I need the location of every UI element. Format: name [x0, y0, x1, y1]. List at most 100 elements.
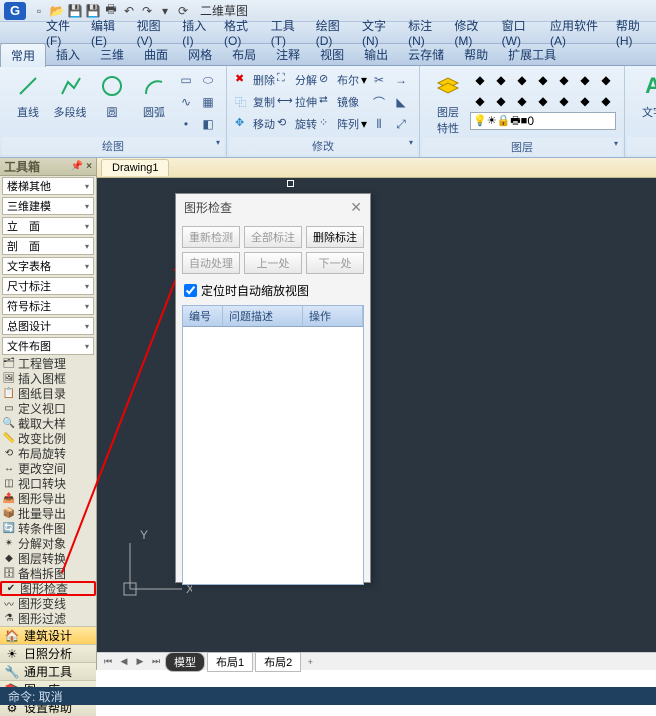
- mirror-button[interactable]: ⮂镜像: [319, 92, 367, 112]
- item-rotate[interactable]: ⟲布局旋转: [0, 446, 96, 461]
- ellipse-icon[interactable]: ⬭: [198, 70, 218, 90]
- next-button[interactable]: 下一处: [306, 252, 364, 274]
- polyline-button[interactable]: 多段线: [50, 70, 90, 120]
- text-button[interactable]: A文字: [633, 70, 656, 120]
- trim-icon[interactable]: ✂: [369, 70, 389, 90]
- layer-icon[interactable]: ◆: [512, 91, 532, 111]
- item-detail[interactable]: 🔍截取大样: [0, 416, 96, 431]
- tab-layout1[interactable]: 布局1: [207, 652, 253, 672]
- col-op[interactable]: 操作: [303, 306, 363, 326]
- pin-icon[interactable]: 📌 ×: [71, 161, 92, 172]
- cat-sun[interactable]: ☀日照分析: [0, 644, 96, 662]
- drop-elev[interactable]: 立 面: [2, 217, 94, 235]
- tab-ext[interactable]: 扩展工具: [498, 43, 566, 66]
- autozoom-checkbox[interactable]: 定位时自动缩放视图: [176, 280, 370, 301]
- layer-icon[interactable]: ◆: [491, 91, 511, 111]
- col-desc[interactable]: 问题描述: [223, 306, 303, 326]
- add-tab-icon[interactable]: +: [303, 655, 317, 669]
- drop-texttable[interactable]: 文字表格: [2, 257, 94, 275]
- item-layerconv[interactable]: ◆图层转换: [0, 551, 96, 566]
- fillet-icon[interactable]: ⌒: [369, 92, 389, 112]
- hatch-icon[interactable]: ▦: [198, 92, 218, 112]
- layer-icon[interactable]: ◆: [470, 91, 490, 111]
- drawing-canvas[interactable]: 图形检查✕ 重新检测 全部标注 删除标注 自动处理 上一处 下一处 定位时自动缩…: [97, 178, 656, 652]
- item-export[interactable]: 📤图形导出: [0, 491, 96, 506]
- scale-icon[interactable]: ⤢: [391, 114, 411, 134]
- drop-dim[interactable]: 尺寸标注: [2, 277, 94, 295]
- layer-icon[interactable]: ◆: [596, 70, 616, 90]
- arc-button[interactable]: 圆弧: [134, 70, 174, 120]
- chamfer-icon[interactable]: ◣: [391, 92, 411, 112]
- point-icon[interactable]: •: [176, 114, 196, 134]
- layer-icon[interactable]: ◆: [533, 91, 553, 111]
- layer-icon[interactable]: ◆: [554, 91, 574, 111]
- drawing-tab[interactable]: Drawing1: [101, 159, 169, 176]
- drop-stair[interactable]: 楼梯其他: [2, 177, 94, 195]
- cat-arch[interactable]: 🏠建筑设计: [0, 626, 96, 644]
- tab-model[interactable]: 模型: [165, 652, 205, 672]
- tab-layout2[interactable]: 布局2: [255, 652, 301, 672]
- close-icon[interactable]: ✕: [350, 199, 362, 216]
- tab-surface[interactable]: 曲面: [134, 43, 178, 66]
- extend-icon[interactable]: →: [391, 70, 411, 90]
- tab-help[interactable]: 帮助: [454, 43, 498, 66]
- layer-props-button[interactable]: 图层 特性: [428, 70, 468, 136]
- tab-3d[interactable]: 三维: [90, 43, 134, 66]
- autofix-button[interactable]: 自动处理: [182, 252, 240, 274]
- tab-annotate[interactable]: 注释: [266, 43, 310, 66]
- array-button[interactable]: ⁘阵列▾: [319, 114, 367, 134]
- item-viewport[interactable]: ▭定义视口: [0, 401, 96, 416]
- move-button[interactable]: ✥移动: [235, 114, 275, 134]
- drop-3d[interactable]: 三维建模: [2, 197, 94, 215]
- tab-output[interactable]: 输出: [354, 43, 398, 66]
- drop-symbol[interactable]: 符号标注: [2, 297, 94, 315]
- tab-insert[interactable]: 插入: [46, 43, 90, 66]
- layer-icon[interactable]: ◆: [470, 70, 490, 90]
- last-icon[interactable]: ⏭: [149, 655, 163, 669]
- menu-help[interactable]: 帮助(H): [610, 15, 656, 50]
- item-space[interactable]: ↔更改空间: [0, 461, 96, 476]
- item-frame[interactable]: 🖼插入图框: [0, 371, 96, 386]
- item-batch[interactable]: 📦批量导出: [0, 506, 96, 521]
- layer-selector[interactable]: 💡☀🔒🖶■ 0: [470, 112, 616, 130]
- item-index[interactable]: 📋图纸目录: [0, 386, 96, 401]
- markall-button[interactable]: 全部标注: [244, 226, 302, 248]
- offset-icon[interactable]: ⫴: [369, 114, 389, 134]
- item-archive[interactable]: 🗄备档拆图: [0, 566, 96, 581]
- item-filter[interactable]: ⚗图形过滤: [0, 611, 96, 626]
- region-icon[interactable]: ◧: [198, 114, 218, 134]
- drop-section[interactable]: 剖 面: [2, 237, 94, 255]
- layer-icon[interactable]: ◆: [596, 91, 616, 111]
- item-project[interactable]: 🗂工程管理: [0, 356, 96, 371]
- col-id[interactable]: 编号: [183, 306, 223, 326]
- tab-view[interactable]: 视图: [310, 43, 354, 66]
- item-convert[interactable]: 🔄转条件图: [0, 521, 96, 536]
- tab-mesh[interactable]: 网格: [178, 43, 222, 66]
- cat-common[interactable]: 🔧通用工具: [0, 662, 96, 680]
- line-button[interactable]: 直线: [8, 70, 48, 120]
- stretch-button[interactable]: ⟷拉伸: [277, 92, 317, 112]
- tab-layout[interactable]: 布局: [222, 43, 266, 66]
- item-vpblock[interactable]: ◫视口转块: [0, 476, 96, 491]
- bool-button[interactable]: ⊘布尔▾: [319, 70, 367, 90]
- item-check[interactable]: ✔图形检查: [0, 581, 96, 596]
- copy-button[interactable]: ⿻复制: [235, 92, 275, 112]
- delmark-button[interactable]: 删除标注: [306, 226, 364, 248]
- circle-button[interactable]: 圆: [92, 70, 132, 120]
- spline-icon[interactable]: ∿: [176, 92, 196, 112]
- layer-icon[interactable]: ◆: [575, 91, 595, 111]
- item-toline[interactable]: 〰图形变线: [0, 596, 96, 611]
- rect-icon[interactable]: ▭: [176, 70, 196, 90]
- layer-icon[interactable]: ◆: [512, 70, 532, 90]
- layer-icon[interactable]: ◆: [554, 70, 574, 90]
- layer-icon[interactable]: ◆: [575, 70, 595, 90]
- item-explode[interactable]: ✴分解对象: [0, 536, 96, 551]
- layer-icon[interactable]: ◆: [533, 70, 553, 90]
- drop-general[interactable]: 总图设计: [2, 317, 94, 335]
- delete-button[interactable]: ✖删除: [235, 70, 275, 90]
- rotate-button[interactable]: ⟲旋转: [277, 114, 317, 134]
- drop-file[interactable]: 文件布图: [2, 337, 94, 355]
- prev-button[interactable]: 上一处: [244, 252, 302, 274]
- app-logo[interactable]: G: [4, 2, 26, 20]
- explode-button[interactable]: ⛶分解: [277, 70, 317, 90]
